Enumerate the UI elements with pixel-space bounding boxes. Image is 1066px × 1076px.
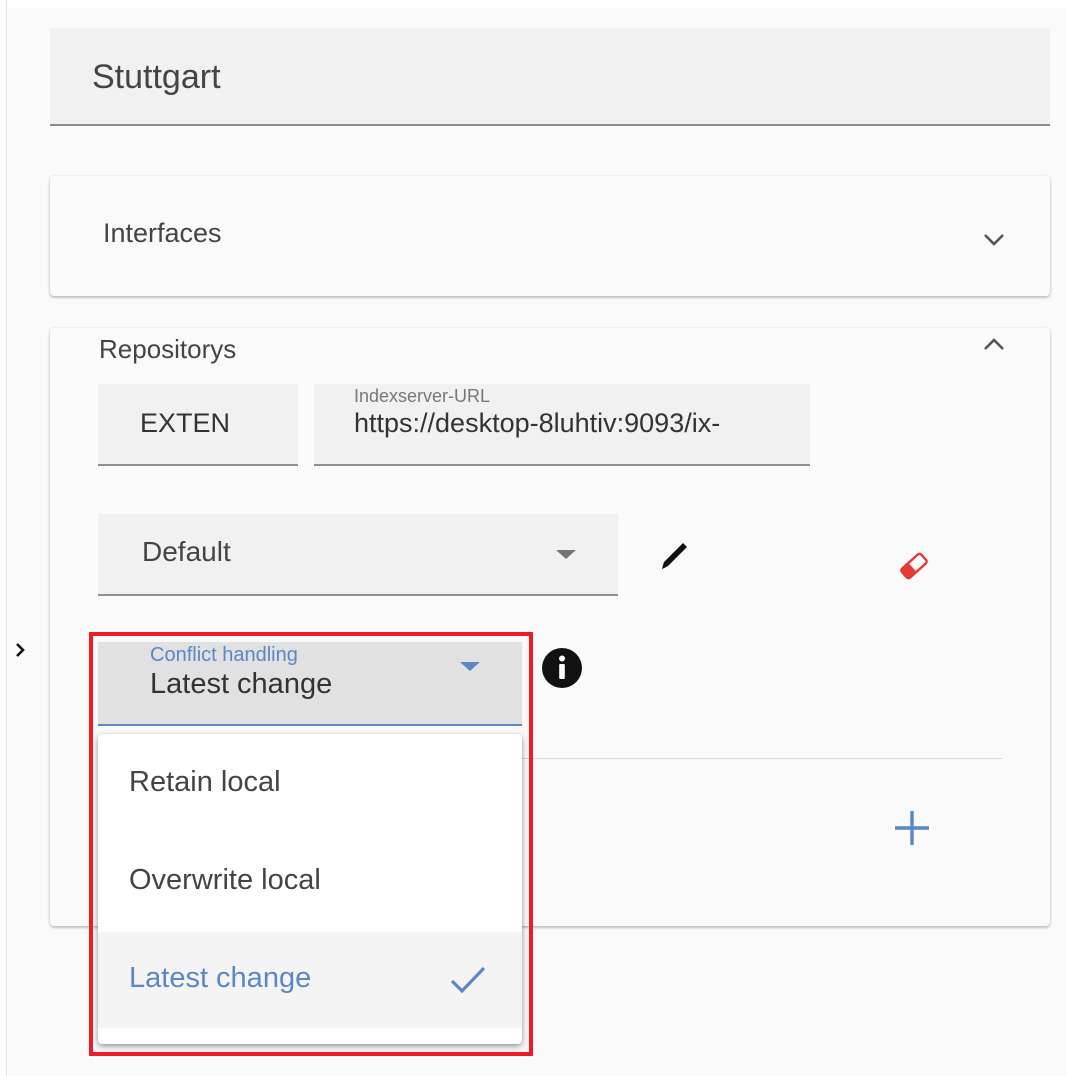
repository-key-field[interactable]: EXTEN: [98, 384, 298, 466]
plus-icon[interactable]: [888, 804, 936, 852]
repository-divider: [520, 758, 1002, 759]
location-name-field[interactable]: Stuttgart: [50, 28, 1050, 126]
interfaces-title: Interfaces: [103, 218, 222, 248]
indexserver-url-label: Indexserver-URL: [354, 386, 491, 406]
profile-select-value: Default: [142, 536, 231, 567]
expand-sidebar-chevron-icon[interactable]: [10, 636, 30, 664]
eraser-icon[interactable]: [890, 542, 938, 590]
dropdown-arrow-icon: [556, 550, 576, 559]
repository-key-value: EXTEN: [140, 408, 231, 438]
pencil-icon[interactable]: [650, 532, 698, 580]
chevron-down-icon[interactable]: [974, 220, 1014, 260]
profile-select[interactable]: Default: [98, 514, 618, 596]
left-divider: [6, 0, 7, 1076]
indexserver-url-value: https://desktop-8luhtiv:9093/ix-: [354, 408, 721, 438]
info-icon[interactable]: [538, 644, 586, 692]
highlight-box: [89, 632, 533, 1056]
repositorys-title: Repositorys: [99, 334, 237, 364]
chevron-up-icon[interactable]: [974, 324, 1014, 364]
interfaces-section[interactable]: Interfaces: [50, 176, 1050, 296]
indexserver-url-field[interactable]: Indexserver-URL https://desktop-8luhtiv:…: [314, 384, 810, 466]
location-name-value: Stuttgart: [92, 58, 221, 96]
